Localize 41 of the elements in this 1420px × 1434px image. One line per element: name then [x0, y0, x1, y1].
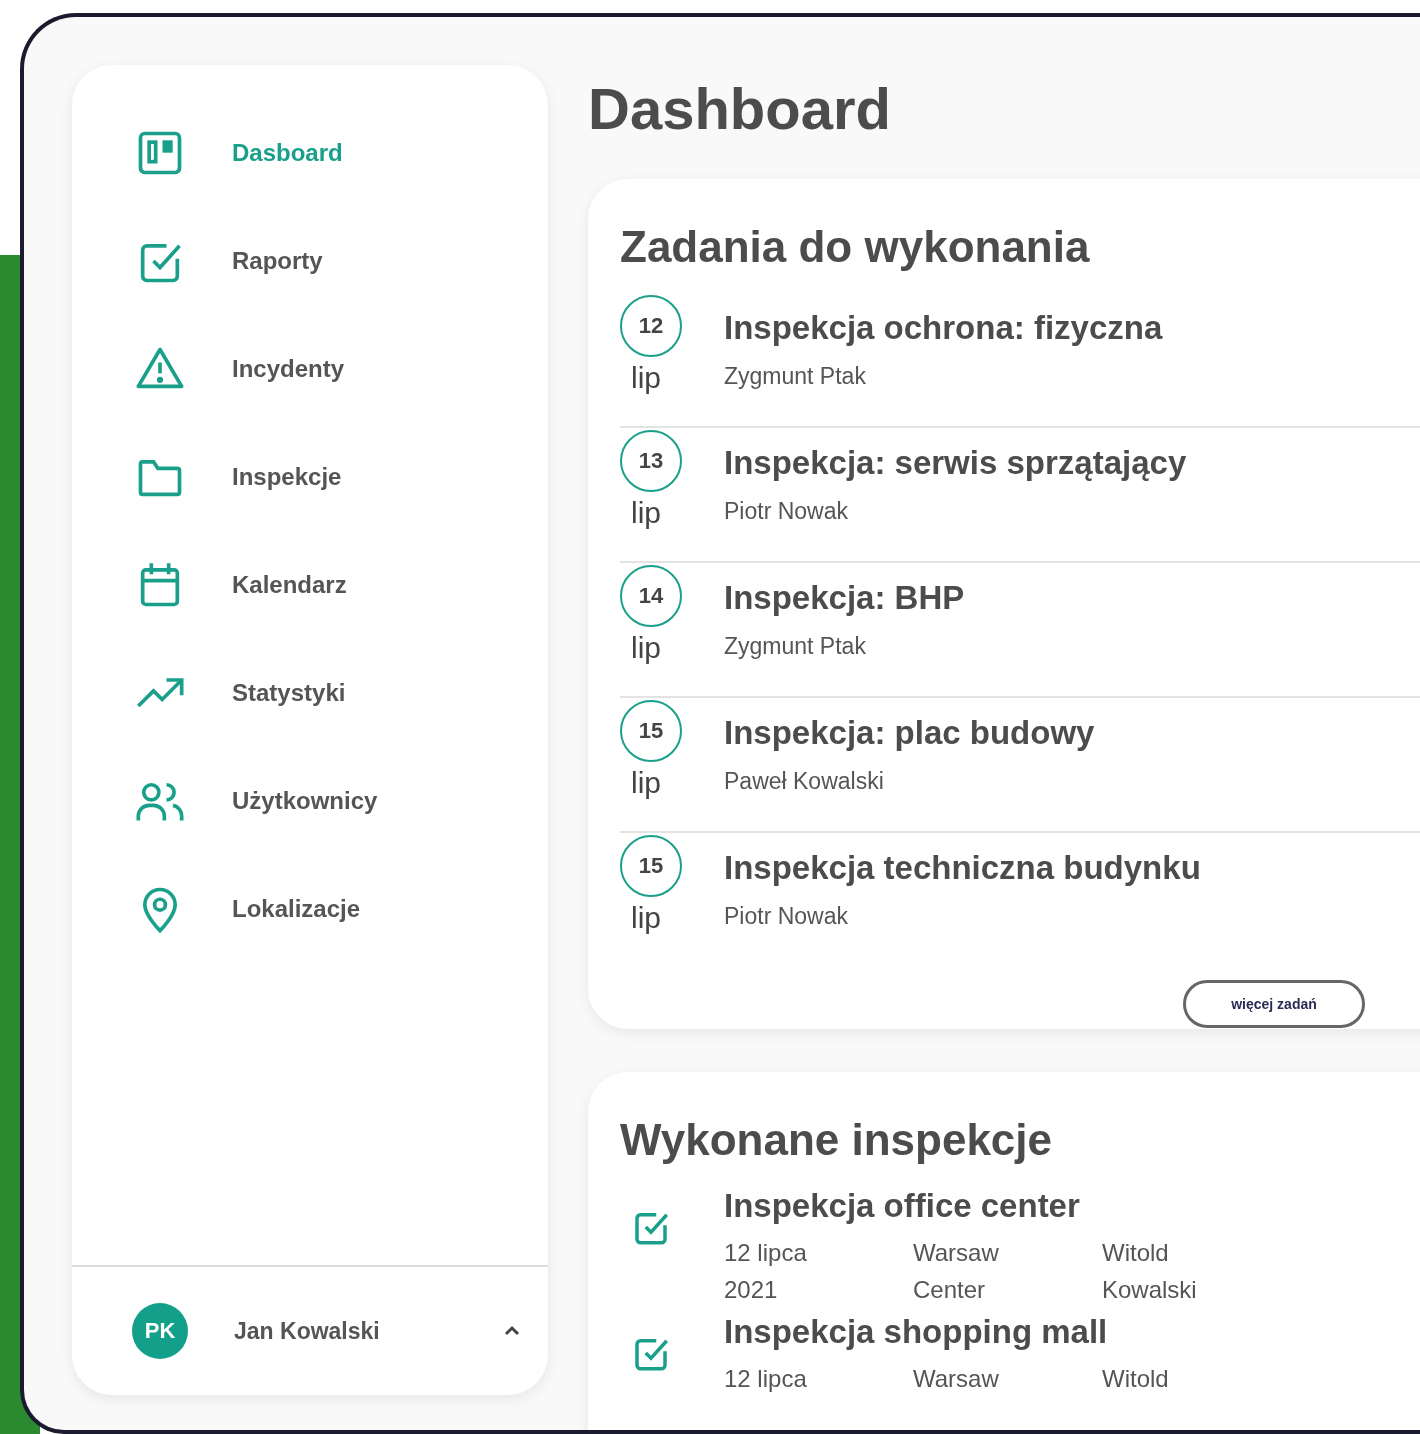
- task-assignee: Zygmunt Ptak: [724, 363, 867, 390]
- month-label: lip: [631, 631, 661, 665]
- inspection-location: Warsaw: [913, 1364, 1000, 1394]
- sidebar-item[interactable]: Incydenty: [72, 315, 548, 423]
- task-assignee: Piotr Nowak: [724, 498, 849, 525]
- card-title: Wykonane inspekcje: [620, 1114, 1054, 1166]
- sidebar-item[interactable]: Statystyki: [72, 639, 548, 747]
- month-label: lip: [631, 496, 661, 530]
- day-badge: 13: [620, 430, 682, 492]
- user-avatar: PK: [132, 1303, 188, 1359]
- task-title[interactable]: Inspekcja: plac budowy: [724, 714, 1095, 752]
- task-assignee: Zygmunt Ptak: [724, 633, 867, 660]
- inspector-name: Witold Kowalski: [1102, 1238, 1198, 1305]
- day-badge: 14: [620, 565, 682, 627]
- sidebar-item[interactable]: Raporty: [72, 207, 548, 315]
- more-tasks-button[interactable]: więcej zadań: [1183, 980, 1365, 1028]
- inspector-name: Witold: [1102, 1364, 1170, 1394]
- day-badge: 15: [620, 835, 682, 897]
- month-label: lip: [631, 901, 661, 935]
- inspection-title[interactable]: Inspekcja office center: [724, 1186, 1291, 1226]
- month-label: lip: [631, 361, 661, 395]
- page-title: Dashboard: [588, 75, 892, 143]
- card-title: Zadania do wykonania: [620, 221, 1091, 273]
- sidebar-item[interactable]: Kalendarz: [72, 531, 548, 639]
- task-title[interactable]: Inspekcja ochrona: fizyczna: [724, 309, 1163, 347]
- task-title[interactable]: Inspekcja techniczna budynku: [724, 849, 1201, 887]
- month-label: lip: [631, 766, 661, 800]
- day-badge: 15: [620, 700, 682, 762]
- task-assignee: Paweł Kowalski: [724, 768, 885, 795]
- sidebar-item[interactable]: Użytkownicy: [72, 747, 548, 855]
- task-title[interactable]: Inspekcja: BHP: [724, 579, 965, 617]
- sidebar-item[interactable]: Inspekcje: [72, 423, 548, 531]
- user-name: Jan Kowalski: [234, 1317, 381, 1345]
- inspection-location: Warsaw Center: [913, 1238, 1000, 1305]
- task-title[interactable]: Inspekcja: serwis sprzątający: [724, 444, 1187, 482]
- inspection-title[interactable]: Inspekcja shopping mall: [724, 1312, 1291, 1352]
- task-assignee: Piotr Nowak: [724, 903, 849, 930]
- day-badge: 12: [620, 295, 682, 357]
- sidebar-item[interactable]: Lokalizacje: [72, 855, 548, 963]
- inspection-date: 12 lipca: [724, 1364, 808, 1394]
- inspection-date: 12 lipca 2021: [724, 1238, 808, 1305]
